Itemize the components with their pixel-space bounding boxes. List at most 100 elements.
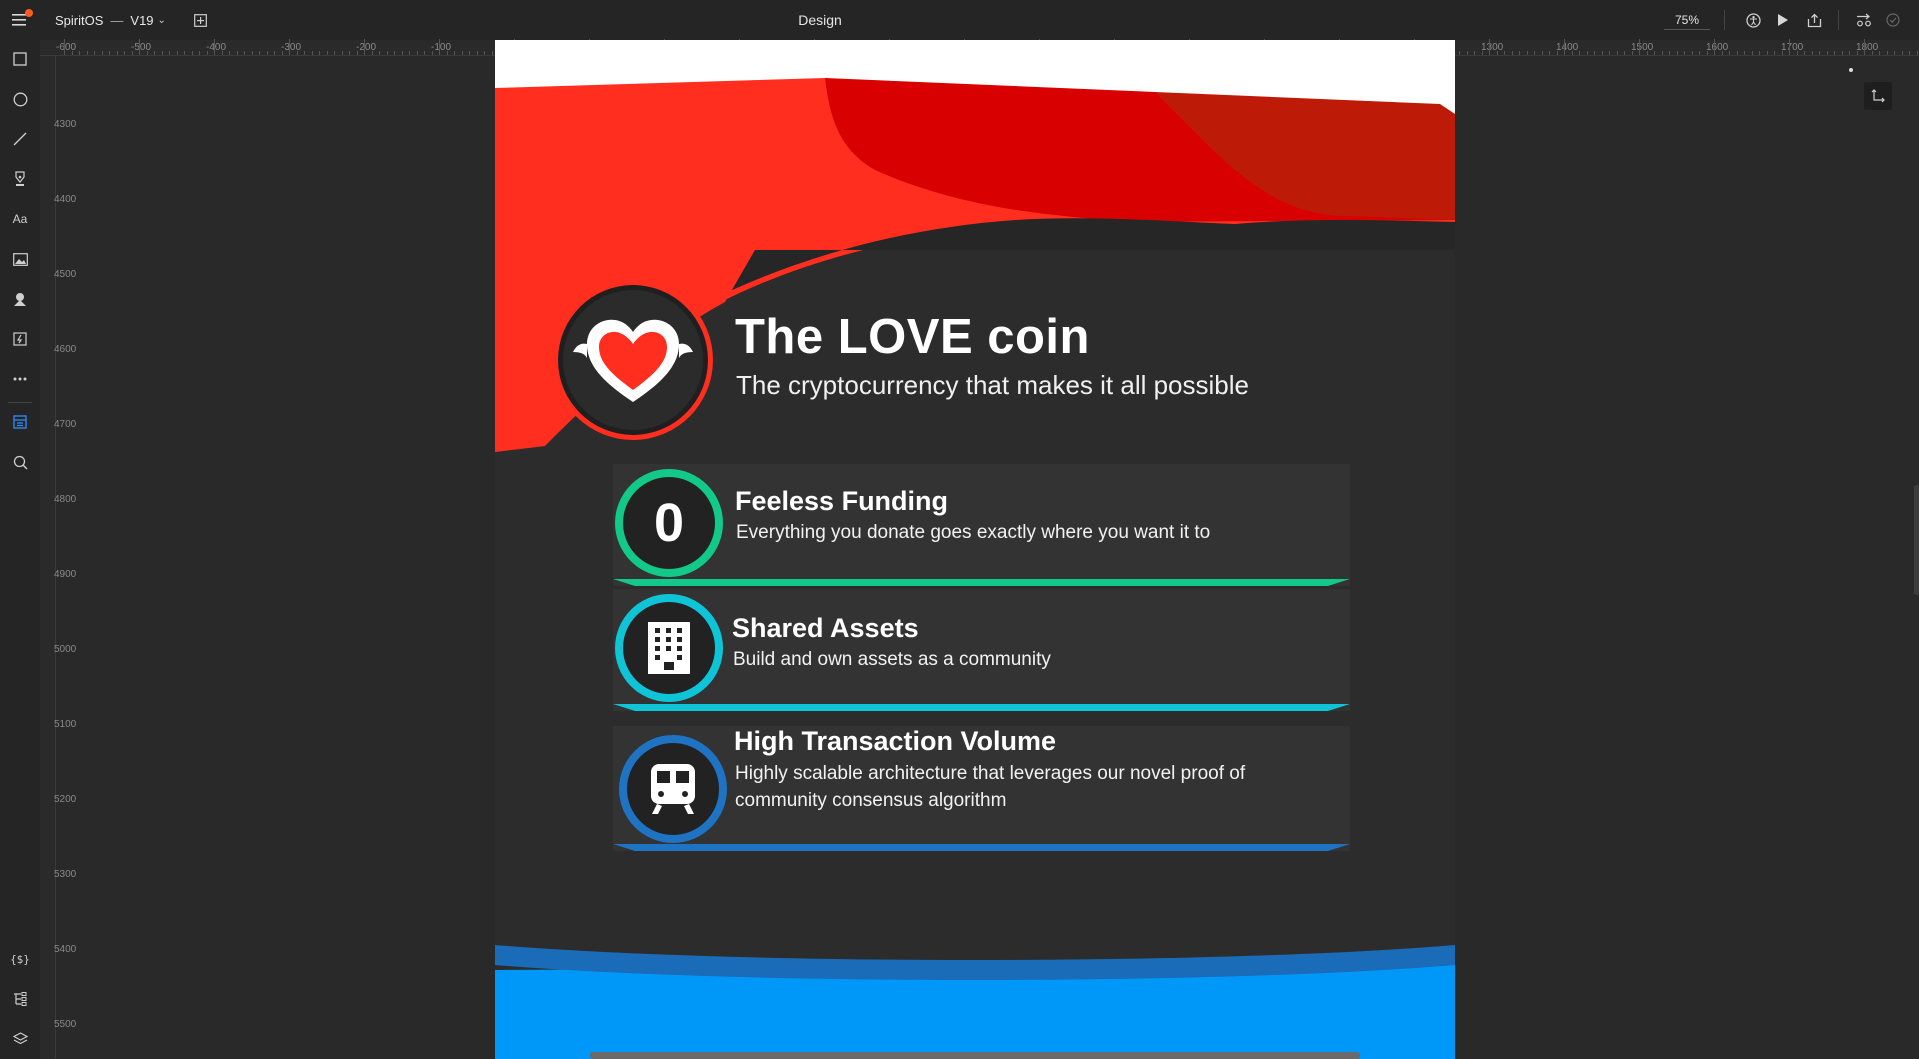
zoom-level[interactable]: 75% <box>1664 10 1710 30</box>
ruler-tick <box>259 51 260 55</box>
ruler-tick <box>394 51 395 55</box>
ruler-tick <box>1804 51 1805 55</box>
ruler-top-label: 1400 <box>1556 42 1579 53</box>
ruler-tick <box>1511 51 1513 55</box>
ruler-tick <box>334 51 335 55</box>
ruler-tick <box>364 39 365 55</box>
ruler-tick <box>236 51 238 55</box>
hamburger-menu-icon[interactable] <box>8 8 33 32</box>
add-screen-icon[interactable] <box>190 10 210 30</box>
ruler-tick <box>124 51 125 55</box>
ruler-tick <box>176 51 178 55</box>
ruler-left-label: 5500 <box>54 1019 77 1030</box>
zero-fee-icon: 0 <box>653 493 685 553</box>
ruler-tick <box>199 51 200 55</box>
ruler-tick <box>251 51 253 55</box>
ruler-tick <box>86 51 88 55</box>
ruler-tick <box>169 51 170 55</box>
ruler-tick <box>379 51 380 55</box>
ruler-tick <box>1646 51 1648 55</box>
ruler-tick <box>1601 51 1603 55</box>
layer-tree-icon[interactable] <box>0 982 40 1016</box>
components-icon[interactable] <box>0 282 40 316</box>
ruler-left-label: 4500 <box>54 269 77 280</box>
ruler-tick <box>1526 51 1528 55</box>
ruler-tick <box>214 39 215 55</box>
ruler-tick <box>1654 51 1655 55</box>
ruler-tick <box>64 39 65 55</box>
ruler-tick <box>94 51 95 55</box>
ruler-left-label: 4600 <box>54 344 77 355</box>
ruler-tick <box>1826 51 1828 55</box>
hero-title: The LOVE coin <box>735 310 1090 364</box>
divider <box>8 402 32 403</box>
share-export-icon[interactable] <box>1805 11 1823 29</box>
ruler-left-label: 5200 <box>54 794 77 805</box>
ruler-tick <box>1849 51 1850 55</box>
ruler-tick <box>1586 51 1588 55</box>
interactions-icon[interactable] <box>0 322 40 356</box>
ruler-top-label: 1600 <box>1706 42 1729 53</box>
feature-description: Highly scalable architecture that levera… <box>735 763 1246 811</box>
check-status-icon <box>1884 11 1902 29</box>
feature-description: Everything you donate goes exactly where… <box>736 522 1211 543</box>
ruler-tick <box>161 51 163 55</box>
ruler-top-label: -200 <box>356 42 377 53</box>
swap-flow-icon[interactable] <box>1855 11 1873 29</box>
ruler-tick <box>1676 51 1678 55</box>
ruler-top-label: -100 <box>431 42 452 53</box>
ruler-tick <box>266 51 268 55</box>
ruler-tick <box>1541 51 1543 55</box>
ruler-tick <box>1886 51 1888 55</box>
chevron-down-icon[interactable]: ⌄ <box>158 15 166 26</box>
love-coin-badge <box>553 280 713 440</box>
page-title: Design <box>798 12 842 28</box>
ruler-left-label: 4800 <box>54 494 77 505</box>
resize-handle-icon[interactable] <box>1864 82 1892 110</box>
rectangle-tool-icon[interactable] <box>0 42 40 76</box>
version-label: V19 <box>130 12 154 28</box>
ruler-tick <box>1796 51 1798 55</box>
feature-card-high-transaction-volume: High Transaction Volume Highly scalable … <box>613 726 1350 851</box>
play-preview-icon[interactable] <box>1774 11 1792 29</box>
ruler-tick <box>416 51 418 55</box>
accessibility-icon[interactable] <box>1744 11 1762 29</box>
text-tool-icon[interactable]: Aa <box>0 202 40 236</box>
ruler-tick <box>1496 51 1498 55</box>
vertical-scrollbar[interactable] <box>1914 485 1919 595</box>
ruler-left-label: 4900 <box>54 569 77 580</box>
ruler-tick <box>319 51 320 55</box>
search-icon[interactable] <box>0 445 40 479</box>
layers-icon[interactable] <box>0 1022 40 1056</box>
line-tool-icon[interactable] <box>0 122 40 156</box>
ruler-tick <box>386 51 388 55</box>
ruler-tick <box>1549 51 1550 55</box>
ruler-tick <box>1684 51 1685 55</box>
ruler-tick <box>289 39 290 55</box>
pages-panel-icon[interactable] <box>0 405 40 439</box>
ellipse-tool-icon[interactable] <box>0 82 40 116</box>
train-icon <box>651 764 695 814</box>
ruler-tick <box>1534 51 1535 55</box>
ruler-left-label: 4400 <box>54 194 77 205</box>
ruler-tick <box>476 51 478 55</box>
ruler-tick <box>1609 51 1610 55</box>
pen-tool-icon[interactable] <box>0 162 40 196</box>
ruler-tick <box>1841 51 1843 55</box>
ruler-tick <box>326 51 328 55</box>
ruler-tick <box>1729 51 1730 55</box>
more-tools-icon[interactable] <box>0 362 40 396</box>
variables-icon[interactable]: {$} <box>0 942 40 976</box>
image-tool-icon[interactable] <box>0 242 40 276</box>
cursor-dot <box>1849 68 1853 72</box>
artboard[interactable]: The LOVE coin The cryptocurrency that ma… <box>495 40 1455 1059</box>
ruler-tick <box>1459 51 1460 55</box>
ruler-tick <box>1894 51 1895 55</box>
ruler-tick <box>1736 51 1738 55</box>
ruler-tick <box>1834 51 1835 55</box>
ruler-tick <box>146 51 148 55</box>
project-name[interactable]: SpiritOS — V19 ⌄ <box>55 10 166 30</box>
ruler-tick <box>446 51 448 55</box>
ruler-left-label: 5400 <box>54 944 77 955</box>
ruler-tick <box>296 51 298 55</box>
